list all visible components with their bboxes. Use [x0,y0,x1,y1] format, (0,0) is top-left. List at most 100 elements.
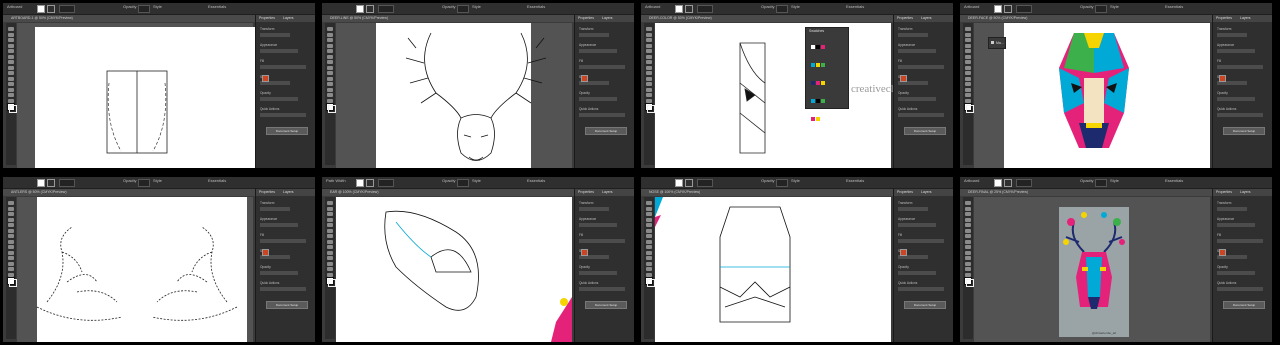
tool-icon[interactable] [646,212,652,216]
tool-icon[interactable] [646,65,652,70]
panel-tab-layers[interactable]: Layers [1240,190,1251,194]
stroke-color-swatch[interactable] [262,249,269,256]
tool-icon[interactable] [965,267,971,271]
panel-tab-properties[interactable]: Properties [897,16,913,20]
stroke-weight-field[interactable] [378,5,394,13]
tool-icon[interactable] [965,93,971,97]
tool-icon[interactable] [8,256,14,260]
stroke-color-swatch[interactable] [262,75,269,82]
tool-icon[interactable] [646,93,652,97]
tool-icon[interactable] [965,98,971,103]
panel-field[interactable] [579,65,625,69]
swatches-panel[interactable]: Swatches [805,27,849,121]
panel-field[interactable] [260,287,306,291]
tool-icon[interactable] [327,27,333,31]
tool-icon[interactable] [646,54,652,59]
tool-icon[interactable] [8,267,14,271]
panel-field[interactable] [579,239,625,243]
tool-icon[interactable] [8,65,14,70]
panel-field[interactable] [898,65,944,69]
fill-stroke-icon[interactable] [326,277,336,287]
panel-field[interactable] [579,223,617,227]
workspace-label[interactable]: Essentials [846,4,864,9]
canvas-area[interactable] [17,23,255,168]
stroke-box[interactable] [9,105,17,113]
tool-icon[interactable] [8,32,14,37]
tool-icon[interactable] [646,239,652,244]
canvas-area[interactable] [336,23,572,168]
tool-icon[interactable] [965,71,971,75]
canvas-area[interactable]: Swatches creativeclo [655,23,899,168]
tool-icon[interactable] [8,82,14,86]
panel-field[interactable] [579,33,609,37]
panel-field[interactable] [898,49,936,53]
panel-field[interactable] [1217,33,1247,37]
tool-icon[interactable] [646,234,652,238]
fill-stroke-icon[interactable] [7,103,17,113]
tool-icon[interactable] [8,60,14,64]
tool-icon[interactable] [646,32,652,37]
stroke-box[interactable] [328,279,336,287]
stroke-weight-field[interactable] [59,179,75,187]
stroke-color-swatch[interactable] [1219,75,1226,82]
document-setup-button[interactable]: Document Setup [266,127,308,135]
artwork[interactable] [336,23,572,168]
workspace-label[interactable]: Essentials [846,178,864,183]
panel-field[interactable] [898,207,928,211]
document-tab[interactable]: EAR @ 100% (CMYK/Preview) [330,190,378,194]
tool-icon[interactable] [327,250,333,255]
stroke-color-swatch[interactable] [581,75,588,82]
panel-field[interactable] [260,239,306,243]
tool-icon[interactable] [327,38,333,42]
stroke-box[interactable] [9,279,17,287]
tool-icon[interactable] [646,223,652,227]
panel-tab-properties[interactable]: Properties [259,16,275,20]
tool-icon[interactable] [327,54,333,59]
fill-stroke-icon[interactable] [645,277,655,287]
tool-icon[interactable] [327,82,333,86]
tool-icon[interactable] [965,256,971,260]
panel-field[interactable] [579,49,617,53]
document-tab[interactable]: NOSE @ 100% (CMYK/Preview) [649,190,700,194]
tool-icon[interactable] [965,54,971,59]
panel-tab-layers[interactable]: Layers [283,16,294,20]
stroke-weight-field[interactable] [697,5,713,13]
tool-icon[interactable] [965,206,971,211]
fill-stroke-icon[interactable] [326,103,336,113]
panel-tab-properties[interactable]: Properties [578,16,594,20]
canvas-area[interactable] [17,197,253,342]
panel-tab-layers[interactable]: Layers [921,16,932,20]
artwork[interactable] [655,23,891,168]
floating-tool-panel[interactable]: Ma... [988,37,1006,49]
tool-icon[interactable] [327,71,333,75]
tool-icon[interactable] [646,38,652,42]
workspace-label[interactable]: Essentials [208,178,226,183]
tool-icon[interactable] [8,201,14,205]
stroke-weight-field[interactable] [1016,179,1032,187]
workspace-label[interactable]: Essentials [527,4,545,9]
tool-icon[interactable] [965,60,971,64]
tool-icon[interactable] [8,261,14,266]
panel-field[interactable] [260,223,298,227]
fill-swatch[interactable] [37,179,45,187]
color-swatch[interactable] [810,80,815,85]
panel-tab-layers[interactable]: Layers [283,190,294,194]
stroke-color-swatch[interactable] [900,249,907,256]
document-tab[interactable]: DEER-FACE @ 50% (CMYK/Preview) [968,16,1027,20]
tool-icon[interactable] [646,245,652,249]
panel-field[interactable] [260,207,290,211]
tool-icon[interactable] [965,27,971,31]
artwork[interactable] [17,23,253,168]
fill-stroke-icon[interactable] [7,277,17,287]
tool-icon[interactable] [327,261,333,266]
tool-icon[interactable] [646,98,652,103]
document-setup-button[interactable]: Document Setup [904,301,946,309]
document-setup-button[interactable]: Document Setup [904,127,946,135]
tool-icon[interactable] [8,239,14,244]
panel-field[interactable] [1217,287,1263,291]
tool-icon[interactable] [646,27,652,31]
tool-icon[interactable] [646,272,652,277]
stroke-swatch[interactable] [366,5,374,13]
tool-icon[interactable] [8,272,14,277]
tool-icon[interactable] [8,27,14,31]
